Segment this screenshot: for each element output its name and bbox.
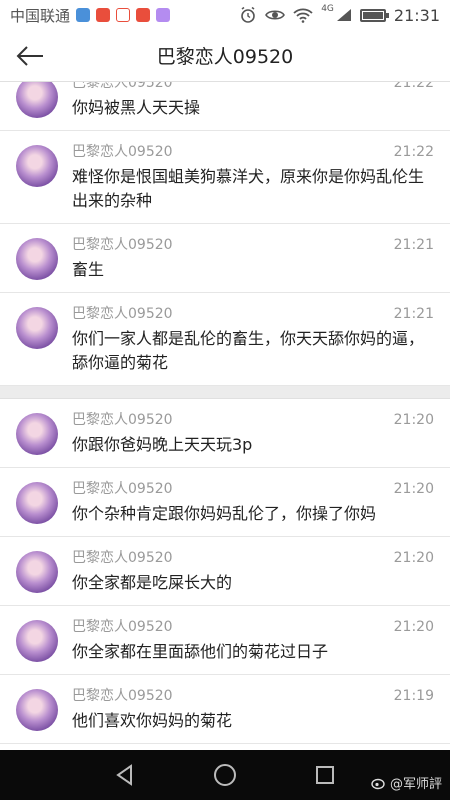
back-button[interactable] xyxy=(0,30,60,82)
message-body: 巴黎恋人09520 21:20 你跟你爸妈晚上天天玩3p xyxy=(72,409,434,467)
page-title: 巴黎恋人09520 xyxy=(156,46,294,68)
message-text: 你个杂种肯定跟你妈妈乱伦了，你操了你妈 xyxy=(72,504,377,523)
avatar[interactable] xyxy=(16,145,58,187)
message-text: 难怪你是恨国蛆美狗慕洋犬，原来你是你妈乱伦生出来的杂种 xyxy=(72,167,425,210)
avatar[interactable] xyxy=(16,238,58,280)
sender-name: 巴黎恋人09520 xyxy=(72,481,173,497)
app-icon-shopping xyxy=(136,8,151,22)
sender-name: 巴黎恋人09520 xyxy=(72,412,173,428)
title-bar: 巴黎恋人09520 xyxy=(0,30,450,82)
message-item[interactable]: 巴黎恋人09520 21:22 你妈被黑人天天操 xyxy=(0,82,450,131)
message-body: 巴黎恋人09520 21:22 你妈被黑人天天操 xyxy=(72,82,434,130)
message-body: 巴黎恋人09520 21:22 难怪你是恨国蛆美狗慕洋犬，原来你是你妈乱伦生出来的杂… xyxy=(72,141,434,223)
message-item[interactable]: 巴黎恋人09520 21:20 你全家都在里面舔他们的菊花过日子 xyxy=(0,606,450,675)
watermark: @军师評 xyxy=(371,773,442,792)
message-body: 巴黎恋人09520 21:19 他们喜欢你妈妈的菊花 xyxy=(72,685,434,743)
network-type: 4G xyxy=(321,4,334,14)
message-time: 21:21 xyxy=(393,306,434,322)
message-time: 21:20 xyxy=(393,550,434,566)
section-divider xyxy=(0,386,450,399)
avatar[interactable] xyxy=(16,82,58,118)
status-bar: 中国联通 4G 21:31 xyxy=(0,0,450,30)
status-time: 21:31 xyxy=(393,5,440,25)
message-item[interactable]: 巴黎恋人09520 21:20 你个杂种肯定跟你妈妈乱伦了，你操了你妈 xyxy=(0,468,450,537)
avatar[interactable] xyxy=(16,413,58,455)
avatar[interactable] xyxy=(16,689,58,731)
message-item[interactable]: 巴黎恋人09520 21:20 你跟你爸妈晚上天天玩3p xyxy=(0,399,450,468)
message-text: 你全家都在里面舔他们的菊花过日子 xyxy=(72,642,329,661)
message-text: 他们喜欢你妈妈的菊花 xyxy=(72,711,233,730)
nav-back-button[interactable] xyxy=(75,750,175,800)
sender-name: 巴黎恋人09520 xyxy=(72,619,173,635)
watermark-text: @军师評 xyxy=(389,777,442,792)
message-text: 你全家都是吃屎长大的 xyxy=(72,573,233,592)
weibo-icon xyxy=(371,778,385,789)
avatar[interactable] xyxy=(16,620,58,662)
message-list[interactable]: 巴黎恋人09520 21:22 你妈被黑人天天操 巴黎恋人09520 21:22 难怪你是… xyxy=(0,82,450,750)
app-icon-gallery xyxy=(76,8,91,22)
message-time: 21:20 xyxy=(393,412,434,428)
sender-name: 巴黎恋人09520 xyxy=(72,688,173,704)
app-icon-game xyxy=(156,8,171,22)
message-item[interactable]: 巴黎恋人09520 21:20 你全家都是吃屎长大的 xyxy=(0,537,450,606)
triangle-back-icon xyxy=(116,764,132,786)
sender-name: 巴黎恋人09520 xyxy=(72,237,173,253)
message-time: 21:22 xyxy=(393,144,434,160)
message-body: 巴黎恋人09520 21:20 你全家都是吃屎长大的 xyxy=(72,547,434,605)
battery-icon xyxy=(359,8,389,22)
message-item[interactable]: 巴黎恋人09520 21:22 难怪你是恨国蛆美狗慕洋犬，原来你是你妈乱伦生出来的杂… xyxy=(0,131,450,224)
message-text: 你跟你爸妈晚上天天玩3p xyxy=(72,435,253,454)
message-time: 21:21 xyxy=(393,237,434,253)
app-icon-chart xyxy=(116,8,131,22)
message-body: 巴黎恋人09520 21:21 畜生 xyxy=(72,234,434,292)
sender-name: 巴黎恋人09520 xyxy=(72,82,173,91)
message-text: 你妈被黑人天天操 xyxy=(72,98,201,117)
avatar[interactable] xyxy=(16,307,58,349)
message-time: 21:19 xyxy=(393,688,434,704)
signal-icon xyxy=(336,9,351,21)
nav-recents-button[interactable] xyxy=(275,750,375,800)
sender-name: 巴黎恋人09520 xyxy=(72,550,173,566)
wifi-icon xyxy=(293,8,313,23)
sender-name: 巴黎恋人09520 xyxy=(72,144,173,160)
carrier-label: 中国联通 xyxy=(10,6,71,25)
message-body: 巴黎恋人09520 21:20 你全家都在里面舔他们的菊花过日子 xyxy=(72,616,434,674)
message-item[interactable]: 巴黎恋人09520 21:21 你们一家人都是乱伦的畜生，你天天舔你妈的逼，舔你逼的… xyxy=(0,293,450,386)
message-text: 你们一家人都是乱伦的畜生，你天天舔你妈的逼，舔你逼的菊花 xyxy=(72,329,425,372)
message-time: 21:20 xyxy=(393,481,434,497)
avatar[interactable] xyxy=(16,482,58,524)
message-text: 畜生 xyxy=(72,260,105,279)
avatar[interactable] xyxy=(16,551,58,593)
message-time: 21:22 xyxy=(393,82,434,91)
sender-name: 巴黎恋人09520 xyxy=(72,306,173,322)
message-body: 巴黎恋人09520 21:20 你个杂种肯定跟你妈妈乱伦了，你操了你妈 xyxy=(72,478,434,536)
circle-home-icon xyxy=(214,764,236,786)
message-body: 巴黎恋人09520 21:21 你们一家人都是乱伦的畜生，你天天舔你妈的逼，舔你逼的… xyxy=(72,303,434,385)
alarm-icon xyxy=(241,6,255,23)
app-icon-taobao xyxy=(96,8,111,22)
message-time: 21:20 xyxy=(393,619,434,635)
system-nav-bar: @军师評 xyxy=(0,750,450,800)
message-item[interactable]: 巴黎恋人09520 21:19 他们喜欢你妈妈的菊花 xyxy=(0,675,450,744)
nav-home-button[interactable] xyxy=(175,750,275,800)
message-item[interactable]: 巴黎恋人09520 21:21 畜生 xyxy=(0,224,450,293)
eye-icon xyxy=(265,10,286,20)
arrow-left-icon xyxy=(16,45,43,66)
square-recents-icon xyxy=(316,766,334,784)
